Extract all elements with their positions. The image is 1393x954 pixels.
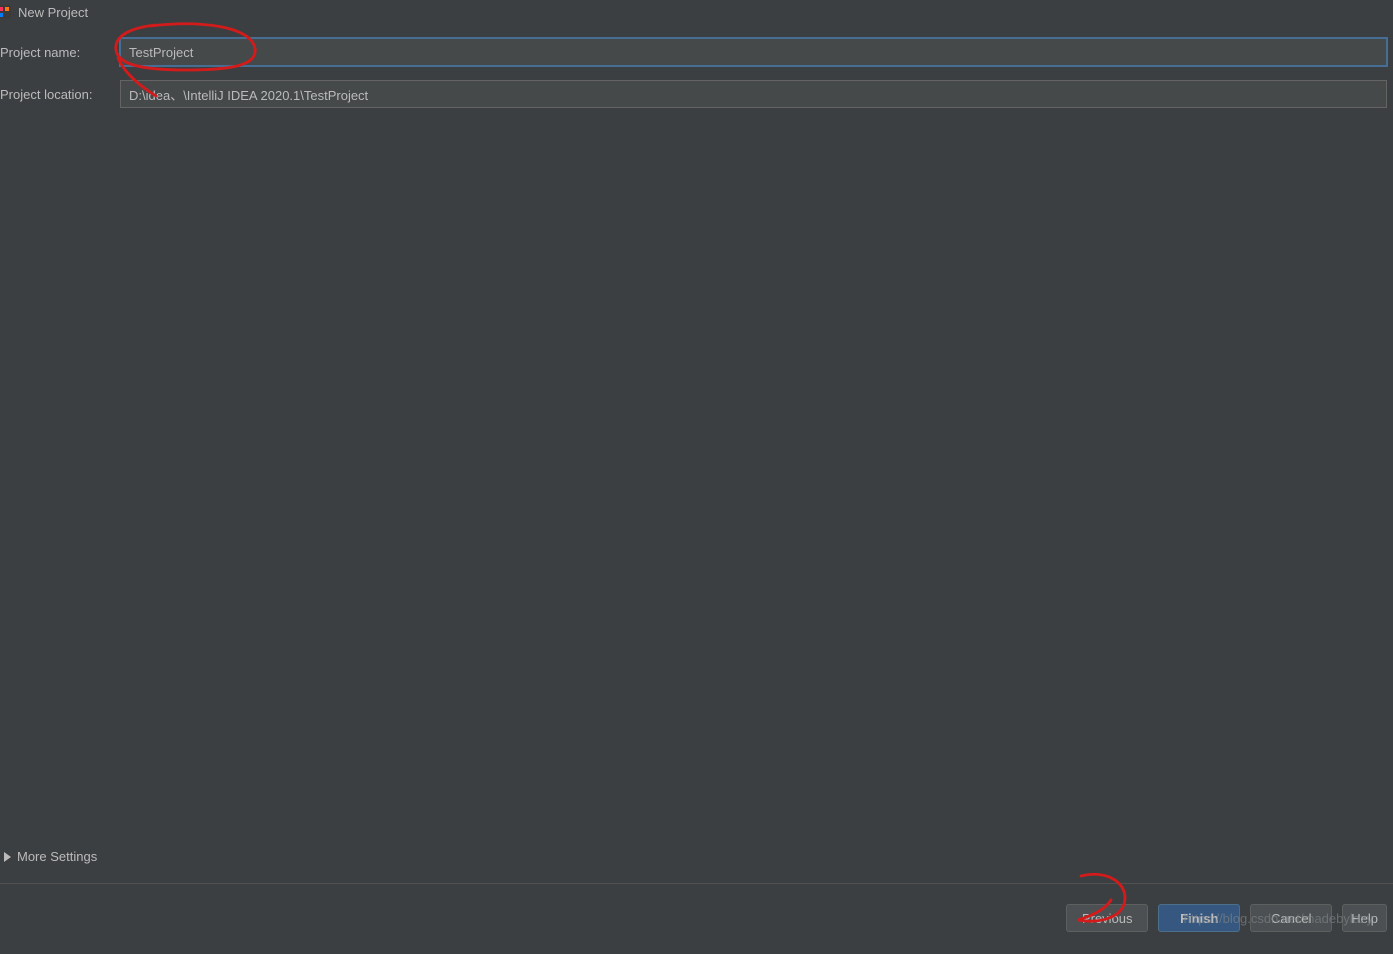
project-location-row: Project location:: [0, 80, 1393, 108]
more-settings-expander[interactable]: More Settings: [0, 849, 97, 864]
previous-button[interactable]: Previous: [1066, 904, 1148, 932]
project-name-label: Project name:: [0, 45, 120, 60]
form-area: Project name: Project location:: [0, 24, 1393, 108]
help-button[interactable]: Help: [1342, 904, 1387, 932]
separator: [0, 883, 1393, 884]
finish-button[interactable]: Finish: [1158, 904, 1240, 932]
titlebar: New Project: [0, 0, 1393, 24]
project-location-label: Project location:: [0, 87, 120, 102]
project-name-row: Project name:: [0, 38, 1393, 66]
window-title: New Project: [18, 5, 88, 20]
cancel-button[interactable]: Cancel: [1250, 904, 1332, 932]
intellij-app-icon: [0, 4, 12, 20]
project-name-input[interactable]: [120, 38, 1387, 66]
more-settings-label: More Settings: [17, 849, 97, 864]
button-bar: Previous Finish Cancel Help: [1066, 904, 1393, 932]
project-location-input[interactable]: [120, 80, 1387, 108]
chevron-right-icon: [4, 852, 11, 862]
